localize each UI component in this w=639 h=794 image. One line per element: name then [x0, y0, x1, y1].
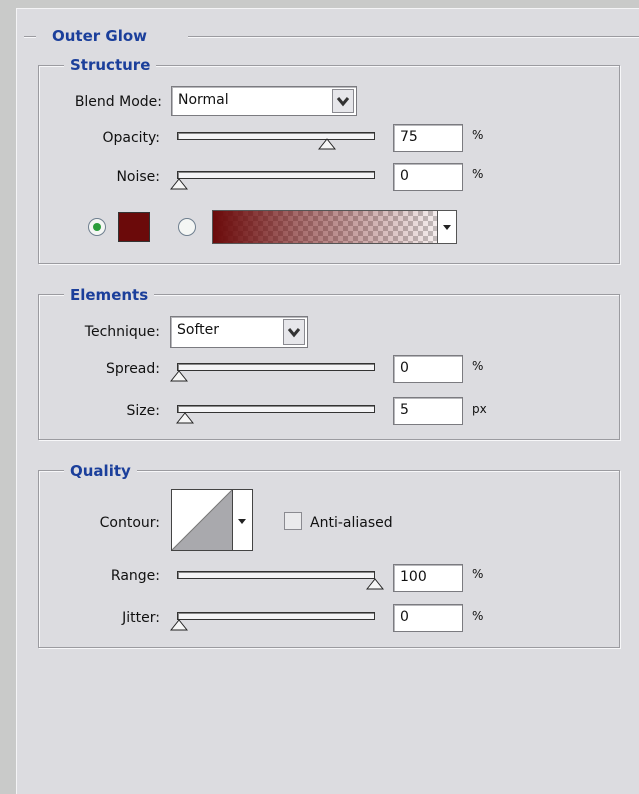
technique-select[interactable]: Softer — [170, 316, 308, 348]
outer-glow-rule-left — [24, 36, 36, 38]
range-input[interactable]: 100 — [393, 564, 463, 592]
glow-color-swatch[interactable] — [118, 212, 150, 242]
noise-slider-thumb[interactable] — [169, 178, 189, 190]
elements-title: Elements — [64, 286, 155, 304]
spread-slider-thumb[interactable] — [169, 370, 189, 382]
size-slider-thumb[interactable] — [175, 412, 195, 424]
spread-input[interactable]: 0 — [393, 355, 463, 383]
opacity-slider[interactable] — [177, 132, 375, 140]
size-label: Size: — [126, 403, 160, 419]
chevron-down-icon[interactable] — [437, 211, 456, 243]
jitter-label: Jitter: — [122, 610, 160, 626]
anti-aliased-checkbox[interactable] — [284, 512, 302, 530]
chevron-down-icon[interactable] — [233, 489, 253, 551]
range-slider-thumb[interactable] — [365, 578, 385, 590]
jitter-slider-thumb[interactable] — [169, 619, 189, 631]
blend-mode-select[interactable]: Normal — [171, 86, 357, 116]
range-slider[interactable] — [177, 571, 375, 579]
quality-title: Quality — [64, 462, 137, 480]
spread-slider[interactable] — [177, 363, 375, 371]
opacity-unit: % — [472, 128, 484, 142]
size-unit: px — [472, 402, 487, 416]
anti-aliased-label: Anti-aliased — [310, 515, 393, 531]
radio-selected-dot — [93, 223, 101, 231]
blend-mode-value: Normal — [178, 92, 229, 108]
range-unit: % — [472, 567, 484, 581]
noise-input[interactable]: 0 — [393, 163, 463, 191]
opacity-label: Opacity: — [102, 130, 160, 146]
size-input[interactable]: 5 — [393, 397, 463, 425]
jitter-input[interactable]: 0 — [393, 604, 463, 632]
blend-mode-label: Blend Mode: — [74, 94, 162, 110]
glow-gradient-picker[interactable] — [212, 210, 457, 244]
spread-label: Spread: — [105, 361, 160, 377]
solid-color-radio[interactable] — [88, 218, 106, 236]
gradient-radio[interactable] — [178, 218, 196, 236]
range-label: Range: — [110, 568, 160, 584]
technique-value: Softer — [177, 322, 219, 338]
chevron-down-icon[interactable] — [283, 319, 305, 345]
jitter-unit: % — [472, 609, 484, 623]
opacity-input[interactable]: 75 — [393, 124, 463, 152]
structure-title: Structure — [64, 56, 157, 74]
outer-glow-rule-right — [188, 36, 639, 38]
noise-label: Noise: — [116, 169, 160, 185]
noise-slider[interactable] — [177, 171, 375, 179]
chevron-down-icon[interactable] — [332, 89, 354, 113]
contour-preview[interactable] — [171, 489, 233, 551]
outer-glow-title: Outer Glow — [46, 27, 154, 45]
jitter-slider[interactable] — [177, 612, 375, 620]
technique-label: Technique: — [84, 324, 160, 340]
noise-unit: % — [472, 167, 484, 181]
opacity-slider-thumb[interactable] — [317, 138, 337, 150]
spread-unit: % — [472, 359, 484, 373]
contour-label: Contour: — [99, 515, 160, 531]
size-slider[interactable] — [177, 405, 375, 413]
